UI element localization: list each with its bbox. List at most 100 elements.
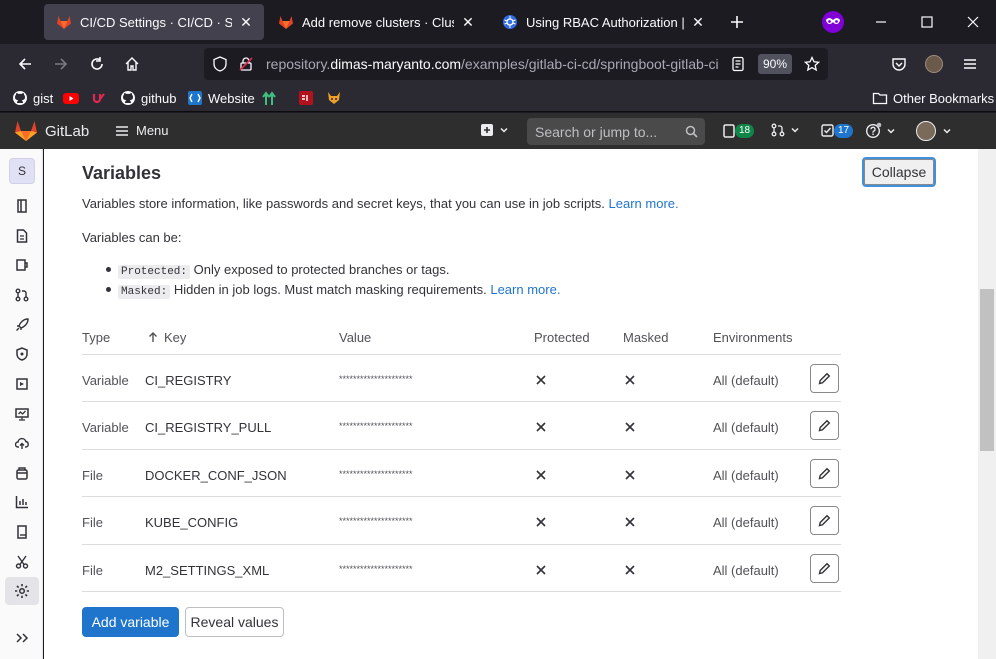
row-divider (82, 544, 841, 545)
menu-button[interactable] (954, 48, 986, 80)
new-dropdown-button[interactable] (480, 123, 509, 137)
scrollbar-thumb[interactable] (980, 289, 994, 451)
bookmark-gist[interactable]: gist (12, 89, 53, 107)
pocket-button[interactable] (883, 48, 915, 80)
gitlab-logo-icon (15, 121, 37, 141)
home-icon (125, 57, 139, 71)
issues-button[interactable]: 18 (723, 123, 757, 139)
url-domain: dimas-maryanto.com (330, 56, 462, 72)
back-button[interactable] (9, 48, 41, 80)
pencil-icon (818, 467, 831, 480)
url-bar[interactable]: repository.dimas-maryanto.com/examples/g… (204, 48, 828, 80)
bullet-text: Hidden in job logs. Must match masking r… (173, 282, 487, 297)
todos-button[interactable]: 17 (821, 123, 854, 139)
cloud-upload-icon (15, 437, 29, 449)
sidebar-item-settings[interactable] (5, 577, 39, 605)
browser-tab-strip: CI/CD Settings · CI/CD · Settings ✕ Add … (0, 0, 996, 44)
sidebar-item-cicd[interactable] (5, 312, 39, 338)
main-menu-button[interactable]: Menu (115, 123, 169, 138)
tab-rbac[interactable]: Using RBAC Authorization | Kube ✕ (490, 4, 716, 40)
sidebar-expand-button[interactable] (5, 625, 39, 651)
sidebar-item-wiki[interactable] (5, 519, 39, 545)
close-icon[interactable]: ✕ (460, 14, 476, 30)
edit-variable-button[interactable] (810, 459, 839, 488)
close-icon (536, 565, 546, 575)
project-icon (17, 199, 27, 213)
edit-variable-button[interactable] (810, 554, 839, 583)
bookmark-sp[interactable] (298, 89, 319, 107)
bookmark-arrows[interactable] (261, 89, 282, 107)
account-button[interactable] (918, 48, 950, 80)
sidebar-item-snippets[interactable] (5, 549, 39, 575)
arrow-up-icon (149, 332, 157, 342)
pencil-icon (818, 562, 831, 575)
close-icon[interactable]: ✕ (690, 14, 706, 30)
forward-button[interactable] (45, 48, 77, 80)
browser-nav-bar: repository.dimas-maryanto.com/examples/g… (0, 44, 996, 84)
star-icon[interactable] (804, 56, 820, 72)
lock-warning-icon[interactable] (238, 56, 254, 72)
row-divider (82, 401, 841, 402)
bookmark-youtube[interactable] (63, 89, 84, 107)
column-header-environments: Environments (713, 330, 793, 345)
gear-icon (15, 584, 29, 598)
reader-view-icon[interactable] (730, 56, 746, 72)
pencil-icon (818, 372, 831, 385)
project-avatar: S (9, 158, 35, 184)
edit-variable-button[interactable] (810, 506, 839, 535)
bookmark-label: Other Bookmarks (893, 90, 995, 106)
bookmark-other[interactable]: Other Bookmarks (872, 89, 994, 107)
column-header-protected: Protected (534, 330, 590, 345)
sidebar-item-packages[interactable] (5, 460, 39, 486)
bookmark-github[interactable]: github (120, 89, 176, 107)
shield-icon[interactable] (212, 56, 228, 72)
close-icon[interactable]: ✕ (238, 14, 254, 30)
sidebar-item-infrastructure[interactable] (5, 430, 39, 456)
add-variable-button[interactable]: Add variable (82, 607, 179, 637)
bookmark-website[interactable]: Website (187, 89, 255, 107)
gitlab-home-link[interactable]: GitLab (14, 120, 89, 142)
shield-icon (16, 347, 28, 361)
column-header-key[interactable]: Key (148, 330, 186, 345)
maximize-button[interactable] (904, 0, 950, 44)
learn-more-link[interactable]: Learn more. (609, 196, 679, 211)
gitlab-brand: GitLab (45, 122, 90, 140)
project-avatar-link[interactable]: S (5, 158, 39, 184)
sidebar-item-issues[interactable] (5, 252, 39, 278)
edit-variable-button[interactable] (810, 411, 839, 440)
user-menu-button[interactable] (916, 121, 952, 141)
chevron-down-icon (943, 128, 951, 134)
help-icon (865, 122, 882, 139)
minimize-button[interactable] (858, 0, 904, 44)
edit-variable-button[interactable] (810, 364, 839, 393)
tab-clusters[interactable]: Add remove clusters · Clusters ✕ (266, 4, 486, 40)
sidebar-item-merge-requests[interactable] (5, 282, 39, 308)
scrollbar[interactable] (978, 149, 996, 659)
sidebar-item-project-info[interactable] (5, 193, 39, 219)
bookmark-udemy[interactable] (91, 89, 112, 107)
learn-more-link[interactable]: Learn more. (490, 282, 560, 297)
tab-cicd-settings[interactable]: CI/CD Settings · CI/CD · Settings ✕ (44, 4, 264, 40)
monitor-icon (15, 408, 29, 421)
merge-requests-button[interactable] (771, 123, 800, 137)
window-close-button[interactable] (950, 0, 996, 44)
zoom-level[interactable]: 90% (758, 54, 792, 74)
sidebar-item-repository[interactable] (5, 223, 39, 249)
sidebar-item-deployments[interactable] (5, 371, 39, 397)
new-tab-button[interactable] (721, 6, 753, 38)
bookmark-fox[interactable] (326, 89, 347, 107)
sidebar-item-security[interactable] (5, 341, 39, 367)
reload-button[interactable] (81, 48, 113, 80)
reveal-values-button[interactable]: Reveal values (185, 607, 284, 637)
home-button[interactable] (116, 48, 148, 80)
help-button[interactable] (865, 122, 896, 139)
sidebar-item-monitor[interactable] (5, 401, 39, 427)
fox-icon (328, 92, 340, 104)
chevron-down-icon (500, 127, 508, 133)
search-input[interactable]: Search or jump to... (527, 118, 705, 145)
cell-key: CI_REGISTRY_PULL (145, 420, 272, 435)
cell-value: ********************* (339, 374, 413, 384)
sidebar-item-analytics[interactable] (5, 489, 39, 515)
collapse-button[interactable]: Collapse (862, 157, 936, 187)
arrow-right-icon (55, 58, 68, 70)
